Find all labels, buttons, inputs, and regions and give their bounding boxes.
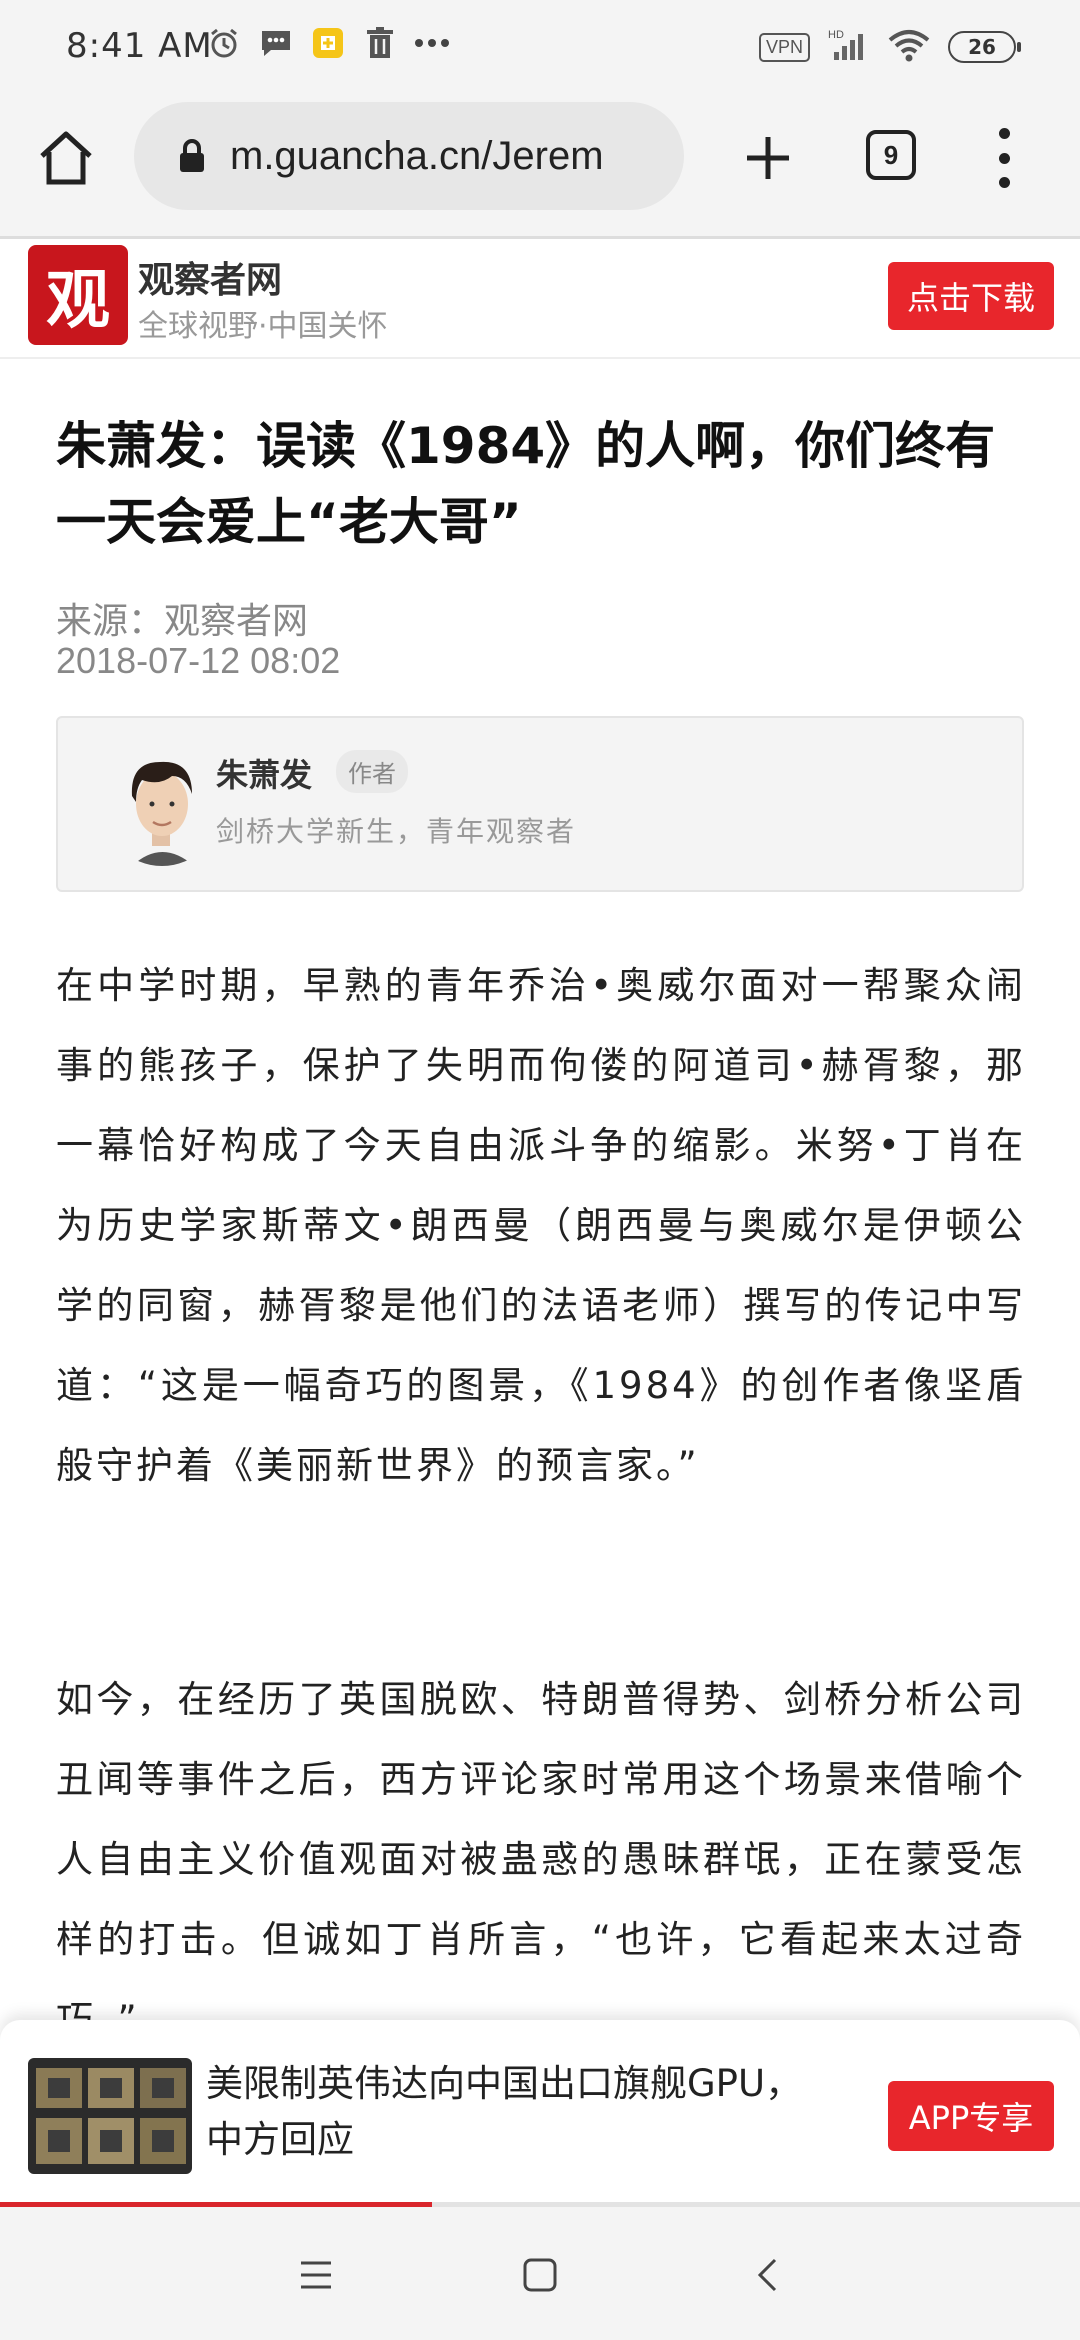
recommended-article-banner[interactable]: 美限制英伟达向中国出口旗舰GPU，中方回应 APP专享 [0, 2020, 1080, 2206]
wifi-icon [888, 28, 930, 66]
author-name: 朱萧发 [216, 756, 313, 794]
app-notification-icon [309, 24, 347, 62]
url-text: m.guancha.cn/Jerem [230, 133, 604, 178]
avatar [102, 746, 222, 866]
article-date: 2018-07-12 08:02 [56, 640, 341, 681]
status-time: 8:41 AM [66, 26, 213, 66]
recommended-article-thumbnail [28, 2058, 192, 2174]
trash-icon [361, 24, 399, 62]
new-tab-icon[interactable] [736, 126, 800, 190]
more-notifications-icon [413, 24, 451, 62]
address-bar[interactable]: m.guancha.cn/Jerem [134, 102, 684, 210]
alarm-icon [205, 24, 243, 62]
status-notification-icons [205, 24, 451, 62]
browser-toolbar: m.guancha.cn/Jerem 9 [0, 96, 1080, 239]
site-logo[interactable]: 观 [28, 245, 128, 345]
signal-icon: HD [828, 28, 870, 66]
svg-text:HD: HD [828, 29, 844, 41]
app-exclusive-button[interactable]: APP专享 [888, 2081, 1054, 2151]
article-paragraph: 在中学时期，早熟的青年乔治•奥威尔面对一帮聚众闹事的熊孩子，保护了失明而佝偻的阿… [56, 964, 1026, 1487]
article-paragraph: 如今，在经历了英国脱欧、特朗普得势、剑桥分析公司丑闻等事件之后，西方评论家时常用… [56, 1678, 1026, 2020]
article-source: 来源：观察者网 [56, 601, 309, 642]
message-icon [257, 24, 295, 62]
home-icon[interactable] [34, 126, 98, 190]
recent-apps-icon[interactable] [288, 2247, 344, 2303]
status-bar: 8:41 AM VPN HD 26 [0, 0, 1080, 96]
vpn-icon: VPN [758, 32, 810, 62]
more-menu-icon[interactable] [986, 128, 1022, 188]
back-icon[interactable] [740, 2247, 796, 2303]
author-bio: 剑桥大学新生，青年观察者 [216, 815, 577, 848]
download-app-button[interactable]: 点击下载 [888, 262, 1054, 330]
home-nav-icon[interactable] [512, 2247, 568, 2303]
author-card[interactable]: 朱萧发 作者 剑桥大学新生，青年观察者 [56, 716, 1024, 892]
author-tag: 作者 [336, 750, 408, 793]
recommended-article-title: 美限制英伟达向中国出口旗舰GPU，中方回应 [206, 2062, 803, 2161]
battery-icon: 26 [948, 31, 1021, 63]
tab-switcher-button[interactable]: 9 [866, 130, 916, 180]
status-system-icons: VPN HD 26 [758, 28, 1021, 66]
site-name: 观察者网 [138, 260, 283, 301]
site-header: 观 观察者网 全球视野·中国关怀 点击下载 [0, 239, 1080, 359]
system-navigation-bar [0, 2207, 1080, 2340]
article-title: 朱萧发：误读《1984》的人啊，你们终有一天会爱上“老大哥” [56, 417, 996, 551]
lock-icon [172, 136, 212, 176]
site-slogan: 全球视野·中国关怀 [138, 309, 388, 344]
